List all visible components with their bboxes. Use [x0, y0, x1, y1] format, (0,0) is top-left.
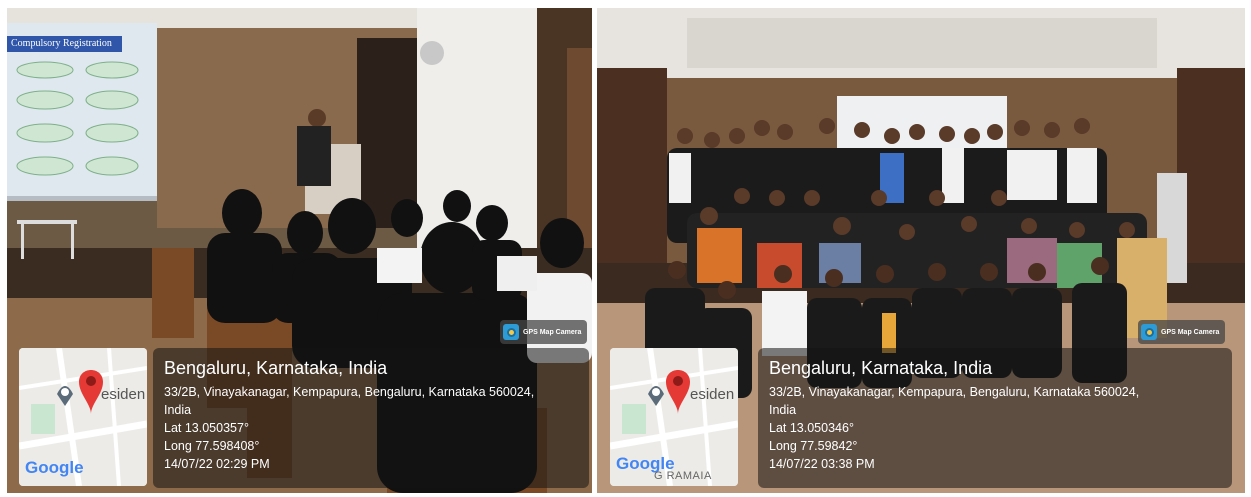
camera-icon: [503, 324, 519, 340]
slide-title: Compulsory Registration: [11, 38, 112, 49]
location-info: Bengaluru, Karnataka, India 33/2B, Vinay…: [164, 357, 584, 473]
map-label: esiden: [690, 386, 735, 403]
badge-label: GPS Map Camera: [1161, 328, 1220, 336]
location-country: India: [164, 403, 192, 417]
location-longitude: Long 77.59842°: [769, 439, 858, 453]
google-logo: Google: [25, 458, 84, 477]
location-country: India: [769, 403, 797, 417]
map-thumbnail: esiden Google G RAMAIA: [610, 348, 738, 486]
map-thumbnail: esiden Google: [19, 348, 147, 486]
seminar-photo: Compulsory Registration GPS Map Camera e…: [7, 8, 592, 493]
location-datetime: 14/07/22 03:38 PM: [769, 457, 875, 471]
location-longitude: Long 77.598408°: [164, 439, 260, 453]
gps-camera-badge: GPS Map Camera: [500, 320, 588, 344]
camera-icon: [1141, 324, 1157, 340]
badge-label: GPS Map Camera: [523, 328, 582, 336]
location-city: Bengaluru, Karnataka, India: [164, 358, 388, 378]
location-city: Bengaluru, Karnataka, India: [769, 358, 993, 378]
map-label: esiden: [101, 386, 146, 403]
group-photo: GPS Map Camera esiden Google G RAMAIA Be…: [597, 8, 1245, 493]
location-info: Bengaluru, Karnataka, India 33/2B, Vinay…: [769, 357, 1229, 473]
location-latitude: Lat 13.050346°: [769, 421, 854, 435]
gps-camera-badge: GPS Map Camera: [1138, 320, 1226, 344]
location-address: 33/2B, Vinayakanagar, Kempapura, Bengalu…: [769, 385, 1140, 399]
location-latitude: Lat 13.050357°: [164, 421, 249, 435]
map-street-label: G RAMAIA: [654, 470, 712, 482]
location-datetime: 14/07/22 02:29 PM: [164, 457, 270, 471]
location-address: 33/2B, Vinayakanagar, Kempapura, Bengalu…: [164, 385, 535, 399]
